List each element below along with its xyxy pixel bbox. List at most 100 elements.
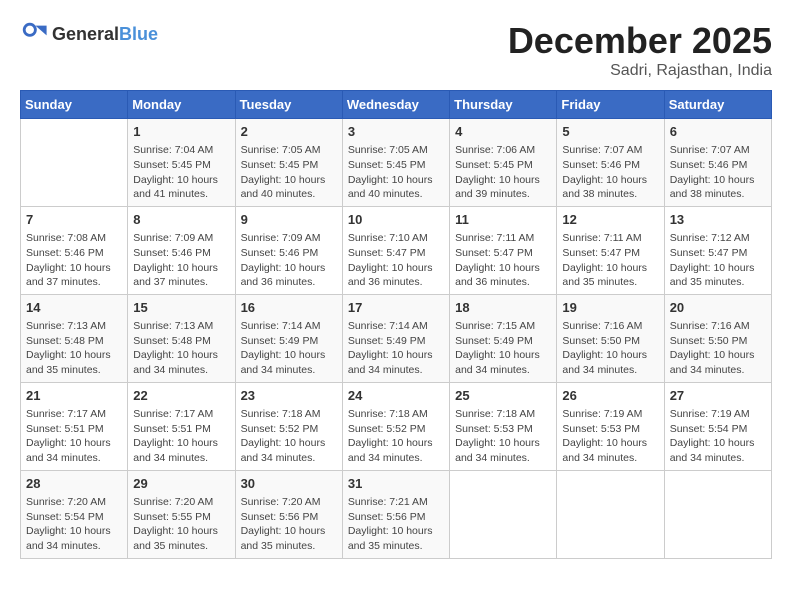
calendar-body: 1 Sunrise: 7:04 AMSunset: 5:45 PMDaylight… <box>21 119 772 559</box>
cell-content: Sunrise: 7:18 AMSunset: 5:52 PMDaylight:… <box>348 407 444 466</box>
title-section: December 2025 Sadri, Rajasthan, India <box>508 20 772 80</box>
header-day-thursday: Thursday <box>450 91 557 119</box>
calendar-cell: 14 Sunrise: 7:13 AMSunset: 5:48 PMDayligh… <box>21 294 128 382</box>
day-number: 23 <box>241 387 337 405</box>
day-number: 20 <box>670 299 766 317</box>
calendar-cell: 28Sunrise: 7:20 AMSunset: 5:54 PMDayligh… <box>21 470 128 558</box>
logo-general: General <box>52 24 119 44</box>
day-number: 10 <box>348 211 444 229</box>
cell-content: Sunrise: 7:08 AMSunset: 5:46 PMDaylight:… <box>26 231 122 290</box>
cell-content: Sunrise: 7:18 AMSunset: 5:52 PMDaylight:… <box>241 407 337 466</box>
day-number: 2 <box>241 123 337 141</box>
day-number: 19 <box>562 299 658 317</box>
month-title: December 2025 <box>508 20 772 62</box>
day-number: 27 <box>670 387 766 405</box>
calendar-cell: 2 Sunrise: 7:05 AMSunset: 5:45 PMDaylight… <box>235 119 342 207</box>
calendar-cell: 8 Sunrise: 7:09 AMSunset: 5:46 PMDaylight… <box>128 206 235 294</box>
calendar-cell: 3 Sunrise: 7:05 AMSunset: 5:45 PMDaylight… <box>342 119 449 207</box>
cell-content: Sunrise: 7:17 AMSunset: 5:51 PMDaylight:… <box>26 407 122 466</box>
header-day-monday: Monday <box>128 91 235 119</box>
cell-content: Sunrise: 7:04 AMSunset: 5:45 PMDaylight:… <box>133 143 229 202</box>
day-number: 15 <box>133 299 229 317</box>
calendar-header: SundayMondayTuesdayWednesdayThursdayFrid… <box>21 91 772 119</box>
calendar-cell: 11Sunrise: 7:11 AMSunset: 5:47 PMDayligh… <box>450 206 557 294</box>
cell-content: Sunrise: 7:06 AMSunset: 5:45 PMDaylight:… <box>455 143 551 202</box>
calendar-table: SundayMondayTuesdayWednesdayThursdayFrid… <box>20 90 772 559</box>
cell-content: Sunrise: 7:09 AMSunset: 5:46 PMDaylight:… <box>133 231 229 290</box>
cell-content: Sunrise: 7:14 AMSunset: 5:49 PMDaylight:… <box>348 319 444 378</box>
day-number: 12 <box>562 211 658 229</box>
calendar-cell: 13Sunrise: 7:12 AMSunset: 5:47 PMDayligh… <box>664 206 771 294</box>
logo-blue: Blue <box>119 24 158 44</box>
cell-content: Sunrise: 7:07 AMSunset: 5:46 PMDaylight:… <box>562 143 658 202</box>
calendar-cell: 20 Sunrise: 7:16 AMSunset: 5:50 PMDayligh… <box>664 294 771 382</box>
day-number: 9 <box>241 211 337 229</box>
day-number: 31 <box>348 475 444 493</box>
cell-content: Sunrise: 7:07 AMSunset: 5:46 PMDaylight:… <box>670 143 766 202</box>
day-number: 5 <box>562 123 658 141</box>
cell-content: Sunrise: 7:11 AMSunset: 5:47 PMDaylight:… <box>562 231 658 290</box>
cell-content: Sunrise: 7:20 AMSunset: 5:56 PMDaylight:… <box>241 495 337 554</box>
cell-content: Sunrise: 7:05 AMSunset: 5:45 PMDaylight:… <box>348 143 444 202</box>
week-row-5: 28Sunrise: 7:20 AMSunset: 5:54 PMDayligh… <box>21 470 772 558</box>
calendar-cell: 12 Sunrise: 7:11 AMSunset: 5:47 PMDayligh… <box>557 206 664 294</box>
week-row-4: 21Sunrise: 7:17 AMSunset: 5:51 PMDayligh… <box>21 382 772 470</box>
week-row-1: 1 Sunrise: 7:04 AMSunset: 5:45 PMDaylight… <box>21 119 772 207</box>
calendar-cell: 23 Sunrise: 7:18 AMSunset: 5:52 PMDayligh… <box>235 382 342 470</box>
calendar-cell: 17 Sunrise: 7:14 AMSunset: 5:49 PMDayligh… <box>342 294 449 382</box>
calendar-cell: 7 Sunrise: 7:08 AMSunset: 5:46 PMDaylight… <box>21 206 128 294</box>
calendar-cell: 18 Sunrise: 7:15 AMSunset: 5:49 PMDayligh… <box>450 294 557 382</box>
cell-content: Sunrise: 7:20 AMSunset: 5:54 PMDaylight:… <box>26 495 122 554</box>
calendar-cell: 30 Sunrise: 7:20 AMSunset: 5:56 PMDayligh… <box>235 470 342 558</box>
day-number: 16 <box>241 299 337 317</box>
day-number: 17 <box>348 299 444 317</box>
header-day-tuesday: Tuesday <box>235 91 342 119</box>
calendar-cell: 22 Sunrise: 7:17 AMSunset: 5:51 PMDayligh… <box>128 382 235 470</box>
calendar-cell: 26Sunrise: 7:19 AMSunset: 5:53 PMDayligh… <box>557 382 664 470</box>
week-row-3: 14 Sunrise: 7:13 AMSunset: 5:48 PMDayligh… <box>21 294 772 382</box>
location-title: Sadri, Rajasthan, India <box>508 62 772 80</box>
cell-content: Sunrise: 7:14 AMSunset: 5:49 PMDaylight:… <box>241 319 337 378</box>
cell-content: Sunrise: 7:16 AMSunset: 5:50 PMDaylight:… <box>562 319 658 378</box>
calendar-cell: 24Sunrise: 7:18 AMSunset: 5:52 PMDayligh… <box>342 382 449 470</box>
cell-content: Sunrise: 7:13 AMSunset: 5:48 PMDaylight:… <box>133 319 229 378</box>
header-day-friday: Friday <box>557 91 664 119</box>
day-number: 22 <box>133 387 229 405</box>
day-number: 29 <box>133 475 229 493</box>
day-number: 4 <box>455 123 551 141</box>
calendar-cell: 16 Sunrise: 7:14 AMSunset: 5:49 PMDayligh… <box>235 294 342 382</box>
day-number: 7 <box>26 211 122 229</box>
cell-content: Sunrise: 7:10 AMSunset: 5:47 PMDaylight:… <box>348 231 444 290</box>
day-number: 30 <box>241 475 337 493</box>
week-row-2: 7 Sunrise: 7:08 AMSunset: 5:46 PMDaylight… <box>21 206 772 294</box>
calendar-cell: 21Sunrise: 7:17 AMSunset: 5:51 PMDayligh… <box>21 382 128 470</box>
calendar-cell: 1 Sunrise: 7:04 AMSunset: 5:45 PMDaylight… <box>128 119 235 207</box>
header-day-saturday: Saturday <box>664 91 771 119</box>
logo: GeneralBlue <box>20 20 158 48</box>
calendar-cell <box>450 470 557 558</box>
day-number: 3 <box>348 123 444 141</box>
day-number: 18 <box>455 299 551 317</box>
calendar-cell: 4 Sunrise: 7:06 AMSunset: 5:45 PMDaylight… <box>450 119 557 207</box>
calendar-cell: 6Sunrise: 7:07 AMSunset: 5:46 PMDaylight… <box>664 119 771 207</box>
calendar-cell: 10 Sunrise: 7:10 AMSunset: 5:47 PMDayligh… <box>342 206 449 294</box>
header-day-sunday: Sunday <box>21 91 128 119</box>
day-number: 8 <box>133 211 229 229</box>
calendar-cell: 15 Sunrise: 7:13 AMSunset: 5:48 PMDayligh… <box>128 294 235 382</box>
cell-content: Sunrise: 7:16 AMSunset: 5:50 PMDaylight:… <box>670 319 766 378</box>
calendar-cell: 25Sunrise: 7:18 AMSunset: 5:53 PMDayligh… <box>450 382 557 470</box>
cell-content: Sunrise: 7:21 AMSunset: 5:56 PMDaylight:… <box>348 495 444 554</box>
day-number: 14 <box>26 299 122 317</box>
calendar-cell: 9 Sunrise: 7:09 AMSunset: 5:46 PMDaylight… <box>235 206 342 294</box>
cell-content: Sunrise: 7:17 AMSunset: 5:51 PMDaylight:… <box>133 407 229 466</box>
cell-content: Sunrise: 7:18 AMSunset: 5:53 PMDaylight:… <box>455 407 551 466</box>
day-number: 11 <box>455 211 551 229</box>
day-number: 1 <box>133 123 229 141</box>
header-day-wednesday: Wednesday <box>342 91 449 119</box>
cell-content: Sunrise: 7:13 AMSunset: 5:48 PMDaylight:… <box>26 319 122 378</box>
cell-content: Sunrise: 7:20 AMSunset: 5:55 PMDaylight:… <box>133 495 229 554</box>
cell-content: Sunrise: 7:15 AMSunset: 5:49 PMDaylight:… <box>455 319 551 378</box>
cell-content: Sunrise: 7:09 AMSunset: 5:46 PMDaylight:… <box>241 231 337 290</box>
calendar-cell <box>664 470 771 558</box>
cell-content: Sunrise: 7:05 AMSunset: 5:45 PMDaylight:… <box>241 143 337 202</box>
